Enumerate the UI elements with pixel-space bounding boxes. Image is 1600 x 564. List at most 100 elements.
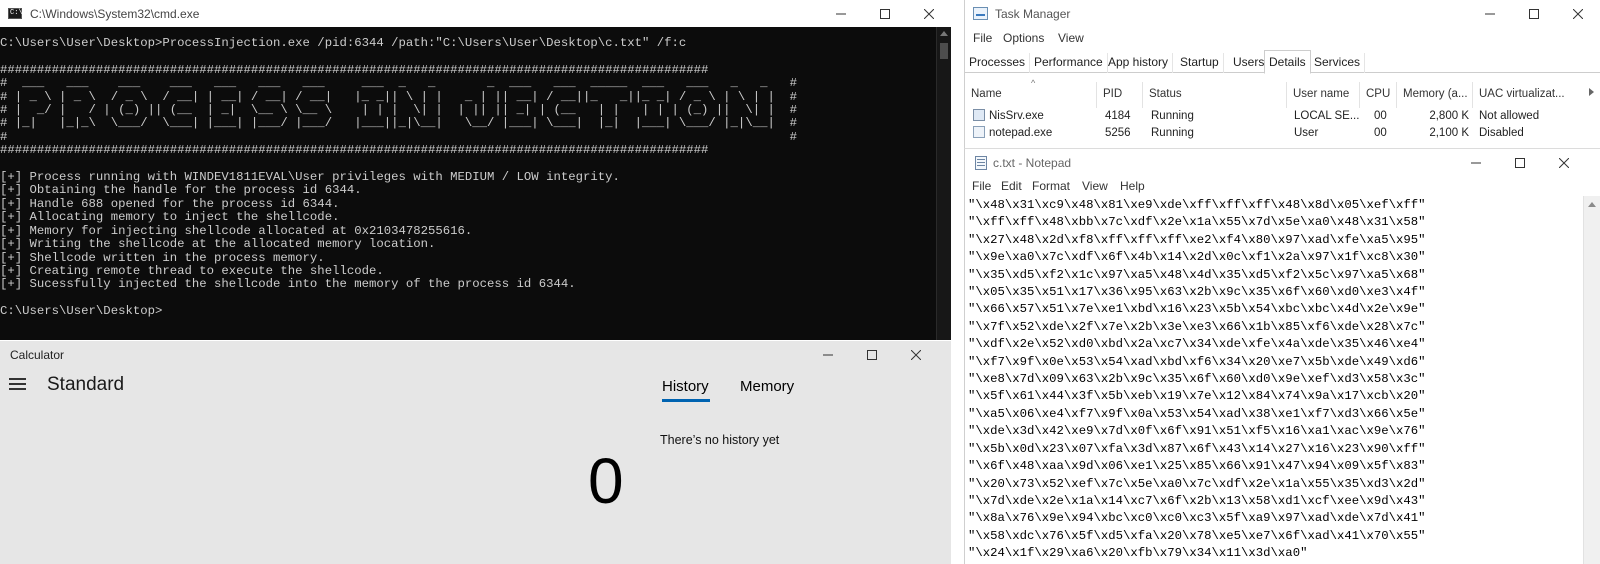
notepad-text-line: "\x35\xd5\xf2\x1c\x97\xa5\x48\x4d\x35\xd…: [968, 267, 1426, 282]
calc-close-button[interactable]: [894, 341, 938, 368]
window-gap: [951, 0, 964, 564]
menu-icon[interactable]: [9, 378, 26, 390]
notepad-text-line: "\xa5\x06\xe4\xf7\x9f\x0a\x53\x54\xad\x3…: [968, 406, 1426, 421]
calc-maximize-button[interactable]: [850, 341, 894, 368]
minimize-icon: [836, 13, 846, 14]
cmd-titlebar[interactable]: C:\ C:\Windows\System32\cmd.exe: [0, 0, 951, 27]
notepad-text-line: "\x48\x31\xc9\x48\x81\xe9\xde\xff\xff\xf…: [968, 198, 1426, 212]
scroll-thumb[interactable]: [940, 43, 948, 59]
menu-format[interactable]: Format: [1032, 179, 1070, 193]
console-line: # | _ \ | _ \ / _ \ / __| | __| / __| / …: [0, 89, 797, 104]
close-icon: [911, 349, 921, 360]
tm-minimize-button[interactable]: [1468, 0, 1512, 27]
notepad-titlebar[interactable]: c.txt - Notepad: [965, 149, 1600, 176]
notepad-text-line: "\x05\x35\x51\x17\x36\x95\x63\x2b\x9c\x3…: [968, 285, 1426, 300]
process-user: User: [1294, 127, 1319, 139]
process-memory: 2,800 K: [1429, 110, 1469, 122]
console-scrollbar[interactable]: [936, 27, 951, 340]
process-name: NisSrv.exe: [989, 110, 1044, 122]
column-header-cpu[interactable]: CPU: [1360, 82, 1397, 108]
menu-help[interactable]: Help: [1120, 179, 1145, 193]
column-header-name[interactable]: Name: [965, 82, 1097, 108]
minimize-icon: [1471, 162, 1481, 163]
process-user: LOCAL SE...: [1294, 110, 1360, 122]
notepad-text-line: "\x5f\x61\x44\x3f\x5b\xeb\x19\x7e\x12\x8…: [968, 389, 1426, 404]
maximize-icon: [1515, 157, 1525, 168]
maximize-button[interactable]: [863, 0, 907, 27]
notepad-text-area[interactable]: "\x48\x31\xc9\x48\x81\xe9\xde\xff\xff\xf…: [968, 197, 1578, 564]
calc-minimize-button[interactable]: [806, 341, 850, 368]
np-minimize-button[interactable]: [1454, 149, 1498, 176]
notepad-menubar: File Edit Format View Help: [965, 177, 1600, 196]
process-cpu: 00: [1374, 127, 1387, 139]
maximize-icon: [1529, 8, 1539, 19]
calculator-titlebar[interactable]: Calculator: [0, 341, 951, 368]
maximize-icon: [880, 8, 890, 19]
np-close-button[interactable]: [1542, 149, 1586, 176]
console-line: [+] Obtaining the handle for the process…: [0, 183, 362, 198]
tm-maximize-button[interactable]: [1512, 0, 1556, 27]
table-row[interactable]: notepad.exe 5256 Running User 00 2,100 K…: [965, 125, 1600, 142]
console-line: C:\Users\User\Desktop>ProcessInjection.e…: [0, 37, 687, 50]
cmd-title: C:\Windows\System32\cmd.exe: [30, 7, 200, 21]
calculator-window: Calculator Standard History Memory There…: [0, 341, 951, 564]
process-cpu: 00: [1374, 110, 1387, 122]
notepad-scrollbar[interactable]: [1583, 196, 1600, 564]
console-line: [+] Memory for injecting shellcode alloc…: [0, 223, 473, 238]
console-output[interactable]: C:\Users\User\Desktop>ProcessInjection.e…: [0, 37, 936, 340]
column-header-memory[interactable]: Memory (a...: [1397, 82, 1473, 108]
console-line: [+] Writing the shellcode at the allocat…: [0, 237, 436, 252]
notepad-text-line: "\x20\x73\x52\xef\x7c\x5e\xa0\x7c\xdf\x2…: [968, 476, 1426, 491]
tab-details[interactable]: Details: [1264, 50, 1311, 74]
task-manager-tabs: Processes Performance App history Startu…: [965, 50, 1600, 74]
maximize-icon: [867, 349, 877, 360]
scroll-right-icon[interactable]: [1589, 88, 1594, 96]
process-pid: 5256: [1105, 127, 1131, 139]
table-row[interactable]: NisSrv.exe 4184 Running LOCAL SE... 00 2…: [965, 108, 1600, 125]
notepad-text-line: "\xde\x3d\x42\xe9\x7d\x0f\x6f\x91\x51\xf…: [968, 424, 1426, 439]
notepad-text-line: "\xf7\x9f\x0e\x53\x54\xad\xbd\xf6\x34\x2…: [968, 354, 1426, 369]
menu-options[interactable]: Options: [1003, 31, 1044, 45]
task-manager-window: Task Manager File Options View Processes…: [964, 0, 1600, 148]
column-header-uac[interactable]: UAC virtualizat...: [1473, 82, 1585, 108]
np-maximize-button[interactable]: [1498, 149, 1542, 176]
tab-app-history[interactable]: App history: [1104, 53, 1174, 73]
column-header-user[interactable]: User name: [1287, 82, 1360, 108]
close-icon: [1559, 157, 1569, 168]
process-status: Running: [1151, 110, 1194, 122]
tab-startup[interactable]: Startup: [1176, 53, 1224, 73]
calculator-display: 0: [588, 445, 624, 517]
menu-edit[interactable]: Edit: [1001, 179, 1022, 193]
menu-view[interactable]: View: [1082, 179, 1108, 193]
column-header-status[interactable]: Status: [1143, 82, 1287, 108]
notepad-text-line: "\x6f\x48\xaa\x9d\x06\xe1\x25\x85\x66\x9…: [968, 459, 1426, 474]
menu-file[interactable]: File: [972, 179, 991, 193]
process-memory: 2,100 K: [1429, 127, 1469, 139]
process-status: Running: [1151, 127, 1194, 139]
console-line: [+] Shellcode written in the process mem…: [0, 250, 325, 265]
console-line: # |_| |_|_\ \___/ \___| |___| |___/ |___…: [0, 116, 797, 131]
minimize-button[interactable]: [819, 0, 863, 27]
task-manager-menubar: File Options View: [965, 30, 1600, 48]
task-manager-title: Task Manager: [995, 7, 1071, 21]
notepad-text-line: "\x8a\x76\x9e\x94\xbc\xc0\xc0\xc3\x5f\xa…: [968, 511, 1426, 526]
tab-history[interactable]: History: [662, 378, 709, 395]
tab-performance[interactable]: Performance: [1030, 53, 1108, 73]
console-line: C:\Users\User\Desktop>: [0, 304, 163, 319]
close-button[interactable]: [907, 0, 951, 27]
menu-file[interactable]: File: [973, 31, 992, 45]
column-header-pid[interactable]: PID: [1097, 82, 1143, 108]
scroll-up-icon[interactable]: [940, 31, 948, 36]
tm-close-button[interactable]: [1556, 0, 1600, 27]
task-manager-titlebar[interactable]: Task Manager: [965, 0, 1600, 27]
notepad-text-line: "\x66\x57\x51\x7e\xe1\xbd\x16\x23\x5b\x5…: [968, 302, 1426, 317]
calculator-title: Calculator: [10, 348, 65, 362]
tab-services[interactable]: Services: [1310, 53, 1366, 73]
process-uac: Not allowed: [1479, 110, 1540, 122]
notepad-text-line: "\x5b\x0d\x23\x07\xfa\x3d\x87\x6f\x43\x1…: [968, 441, 1426, 456]
tab-processes[interactable]: Processes: [965, 53, 1031, 73]
history-empty-text: There’s no history yet: [660, 433, 780, 447]
tab-memory[interactable]: Memory: [740, 378, 794, 395]
menu-view[interactable]: View: [1058, 31, 1084, 45]
scroll-up-icon[interactable]: [1588, 202, 1596, 207]
